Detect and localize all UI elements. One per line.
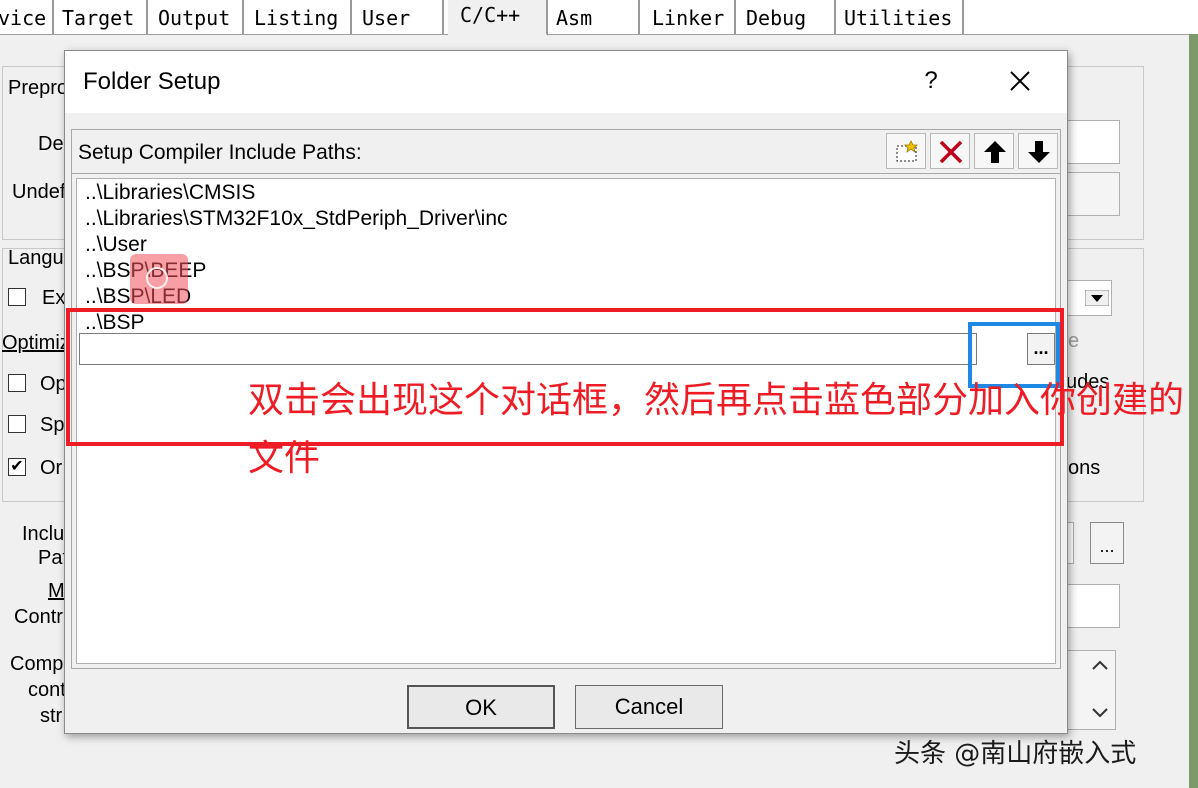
list-item[interactable]: ..\Libraries\STM32F10x_StdPeriph_Driver\…: [85, 207, 508, 231]
window-edge: [1189, 34, 1198, 788]
tab-asm[interactable]: Asm: [550, 0, 640, 34]
list-item[interactable]: ..\Libraries\CMSIS: [85, 181, 255, 205]
misc-controls-label-1: M: [48, 580, 65, 602]
annotation-note: 双击会出现这个对话框，然后再点击蓝色部分加入你创建的文件: [248, 380, 1185, 479]
compiler-control-label-1: Comp: [10, 653, 64, 675]
include-paths-label-1: Inclu: [22, 523, 65, 545]
language-label: Langu: [8, 247, 64, 269]
execute-checkbox[interactable]: [8, 288, 26, 306]
arrow-down-icon: [1028, 141, 1050, 163]
compiler-control-string-box: [1060, 650, 1116, 730]
execute-label: Ex: [42, 287, 66, 309]
tab-output[interactable]: Output: [152, 0, 244, 34]
move-up-button[interactable]: [974, 133, 1014, 169]
delete-x-icon: [939, 140, 963, 164]
new-folder-icon: [896, 140, 918, 162]
include-paths-label: Setup Compiler Include Paths:: [78, 141, 362, 164]
close-icon: [1010, 71, 1030, 91]
include-paths-header: Setup Compiler Include Paths:: [72, 130, 1060, 174]
click-ring-icon: [146, 267, 168, 289]
dialog-title: Folder Setup: [83, 68, 221, 95]
close-button[interactable]: [995, 59, 1045, 103]
delete-path-button[interactable]: [930, 133, 970, 169]
undefine-field[interactable]: [1060, 172, 1120, 216]
arrow-up-icon: [984, 141, 1006, 163]
ok-button[interactable]: OK: [407, 685, 555, 729]
optimization-label: Optimiz: [2, 332, 70, 354]
tab-utilities[interactable]: Utilities: [838, 0, 964, 34]
misc-controls-label-2: Contr: [14, 606, 63, 628]
tab-device[interactable]: vice: [0, 0, 54, 34]
option-checkbox-2[interactable]: [8, 415, 26, 433]
misc-controls-field[interactable]: [1060, 584, 1120, 628]
options-tab-bar: vice Target Output Listing User C/C++ As…: [0, 0, 1198, 36]
compiler-control-label-2: cont: [28, 679, 66, 701]
tab-c-cpp[interactable]: C/C++: [448, 0, 548, 36]
cancel-button[interactable]: Cancel: [575, 685, 723, 729]
option-checkbox-3[interactable]: ✔: [8, 458, 26, 476]
help-button[interactable]: ?: [913, 59, 949, 103]
compiler-control-label-3: str: [40, 705, 63, 727]
new-path-button[interactable]: [886, 133, 926, 169]
move-down-button[interactable]: [1018, 133, 1058, 169]
option-label-1: Op: [40, 373, 67, 395]
option-checkbox-1[interactable]: [8, 374, 26, 392]
dialog-titlebar: Folder Setup ?: [65, 51, 1067, 113]
include-paths-browse-button[interactable]: ...: [1090, 522, 1124, 564]
define-field[interactable]: [1060, 120, 1120, 164]
tab-target[interactable]: Target: [56, 0, 148, 34]
scroll-down-icon[interactable]: [1091, 707, 1109, 719]
tab-debug[interactable]: Debug: [740, 0, 836, 34]
click-indicator: [130, 254, 188, 304]
warnings-label: e: [1068, 330, 1080, 352]
chevron-down-icon: [1085, 290, 1109, 306]
undefine-label: Undef: [12, 181, 66, 203]
watermark: 头条 @南山府嵌入式: [894, 739, 1137, 769]
scroll-up-icon[interactable]: [1091, 659, 1109, 671]
tab-linker[interactable]: Linker: [646, 0, 736, 34]
tab-user[interactable]: User: [356, 0, 444, 34]
preprocessor-label: Prepro: [8, 77, 69, 99]
option-label-3: Or: [40, 457, 63, 479]
tab-listing[interactable]: Listing: [248, 0, 352, 34]
option-label-2: Sp: [40, 414, 65, 436]
